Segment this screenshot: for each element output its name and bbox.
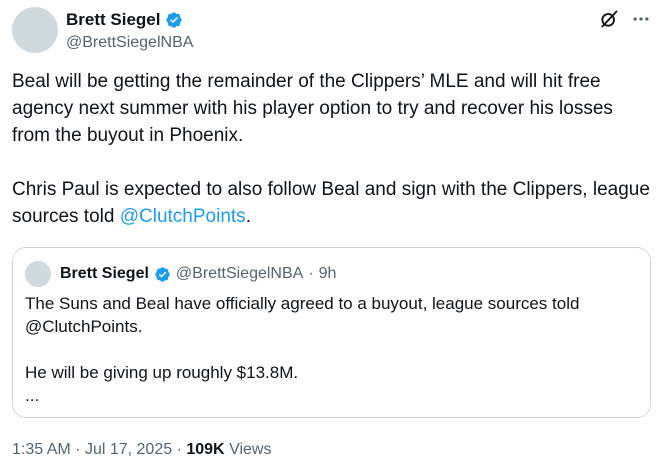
author-avatar[interactable]: [12, 7, 58, 53]
top-actions: [598, 8, 652, 30]
quoted-timestamp[interactable]: 9h: [319, 264, 337, 284]
grok-icon[interactable]: [598, 8, 620, 30]
quoted-line-3: He will be giving up roughly $13.8M.: [25, 363, 299, 382]
tweet-paragraph-2-end: .: [245, 206, 251, 227]
quoted-tweet-header: Brett Siegel @BrettSiegelNBA · 9h: [25, 261, 336, 287]
views-count: 109K: [186, 441, 225, 458]
tweet-paragraph-2-text: Chris Paul is expected to also follow Be…: [12, 179, 650, 227]
quoted-author-avatar[interactable]: [25, 261, 51, 287]
quoted-tweet-card[interactable]: Brett Siegel @BrettSiegelNBA · 9h The Su…: [12, 247, 651, 418]
meta-separator: ·: [176, 441, 182, 458]
verified-badge-icon: [166, 12, 183, 28]
tweet-text: Beal will be getting the remainder of th…: [12, 68, 652, 230]
quoted-author-handle[interactable]: @BrettSiegelNBA: [176, 264, 303, 284]
author-name-row[interactable]: Brett Siegel: [66, 9, 183, 31]
tweet-time[interactable]: 1:35 AM: [12, 441, 71, 458]
author-handle[interactable]: @BrettSiegelNBA: [66, 33, 193, 53]
author-name[interactable]: Brett Siegel: [66, 9, 160, 31]
views-label: Views: [229, 441, 272, 458]
tweet-meta: 1:35 AM · Jul 17, 2025 · 109K Views: [12, 440, 271, 460]
clutchpoints-mention-link[interactable]: @ClutchPoints: [120, 206, 246, 227]
tweet-date[interactable]: Jul 17, 2025: [85, 441, 172, 458]
quoted-line-4: ...: [25, 386, 40, 405]
quoted-line-1: The Suns and Beal have officially agreed…: [25, 294, 580, 313]
quoted-author-name[interactable]: Brett Siegel: [60, 264, 149, 284]
quoted-line-2: @ClutchPoints.: [25, 317, 143, 336]
more-icon[interactable]: [630, 8, 652, 30]
tweet-paragraph-1: Beal will be getting the remainder of th…: [12, 71, 613, 146]
verified-badge-icon: [155, 266, 170, 282]
meta-separator: ·: [75, 441, 81, 458]
tweet-paragraph-2: Chris Paul is expected to also follow Be…: [12, 176, 652, 230]
quoted-separator: ·: [308, 265, 314, 282]
quoted-tweet-text: The Suns and Beal have officially agreed…: [25, 292, 625, 407]
